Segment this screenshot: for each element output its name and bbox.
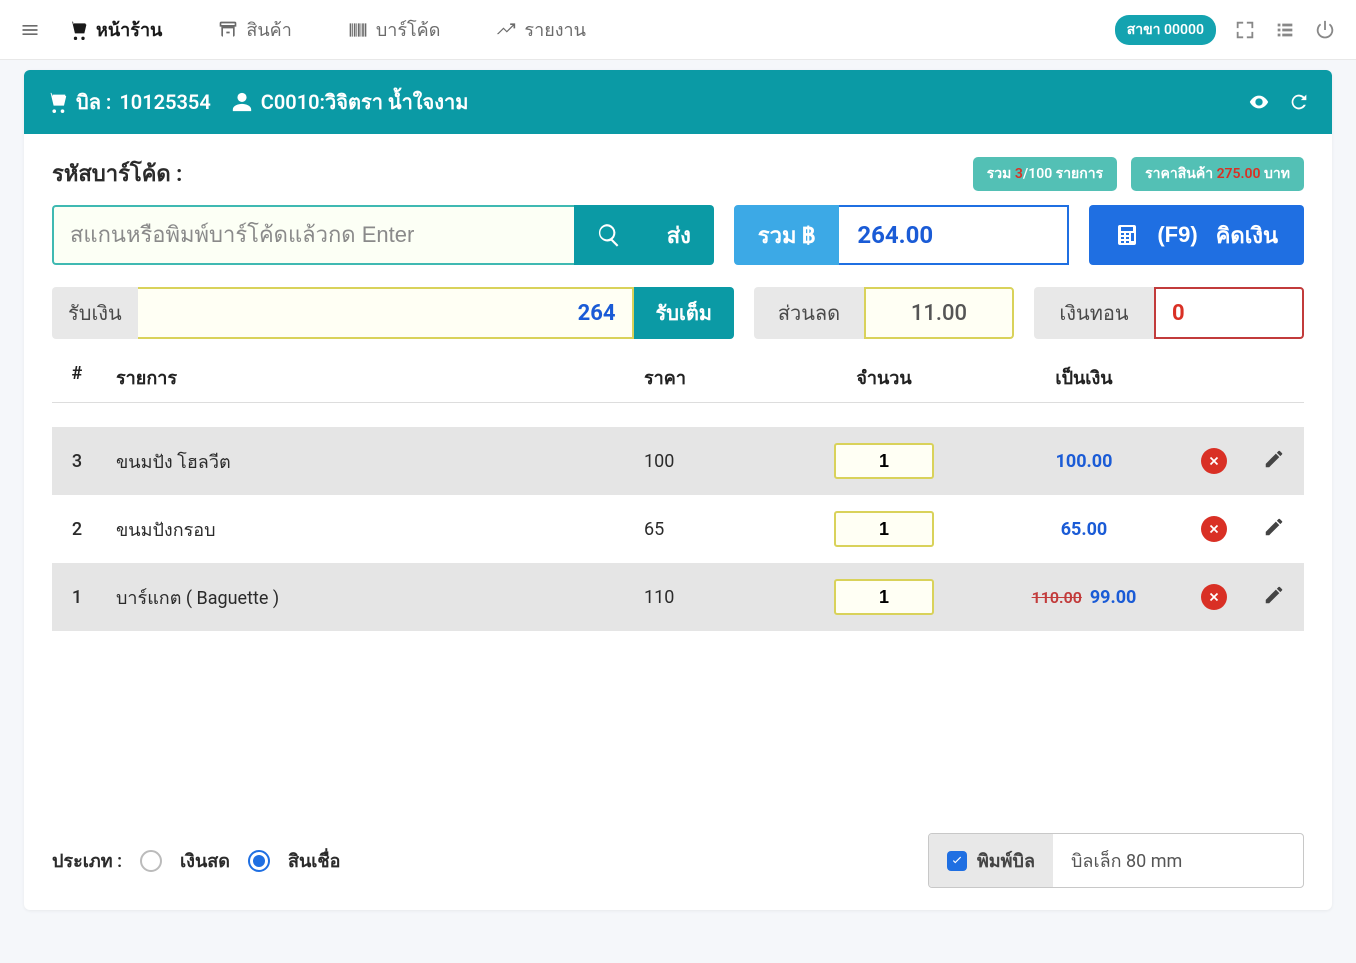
checkout-f9-label: (F9) [1157,222,1197,248]
barcode-label: รหัสบาร์โค้ด : [52,156,182,191]
edit-row-button[interactable] [1244,448,1304,475]
menu-icon[interactable] [20,20,40,40]
nav-icon-1 [218,20,238,40]
nav-item-0[interactable]: หน้าร้าน [68,15,162,44]
items-table: # รายการ ราคา จำนวน เป็นเงิน 3ขนมปัง โฮล… [52,353,1304,797]
eye-icon[interactable] [1248,91,1270,113]
barcode-input[interactable] [52,205,574,265]
option-cash-label: เงินสด [180,846,230,875]
table-row: 1บาร์แกต ( Baguette )110 110.0099.00 [52,563,1304,631]
bill-number: 10125354 [119,90,210,114]
nav-label-0: หน้าร้าน [96,15,162,44]
table-row: 3ขนมปัง โฮลวีต100 100.00 [52,427,1304,495]
col-price: ราคา [624,363,784,392]
close-icon [1207,522,1221,536]
receive-full-button[interactable]: รับเต็ม [634,287,734,339]
receive-value[interactable]: 264 [138,287,634,339]
discount-label: ส่วนลด [754,287,864,339]
cart-icon [46,91,68,113]
edit-row-button[interactable] [1244,516,1304,543]
row-amount: 110.0099.00 [984,587,1184,608]
nav-item-1[interactable]: สินค้า [218,15,291,44]
radio-cash[interactable] [140,850,162,872]
discount-value[interactable]: 11.00 [864,287,1014,339]
search-icon [596,222,622,248]
radio-credit[interactable] [248,850,270,872]
col-item: รายการ [102,363,624,392]
total-prefix: รวม ฿ [734,205,840,265]
items-count-badge: รวม 3/100 รายการ [973,157,1117,191]
barcode-search-button[interactable] [574,205,644,265]
col-amount: เป็นเงิน [984,363,1184,392]
row-name: ขนมปัง โฮลวีต [102,447,624,476]
branch-badge[interactable]: สาขา 00000 [1115,15,1216,45]
edit-row-button[interactable] [1244,584,1304,611]
row-price: 110 [624,587,784,608]
pencil-icon [1263,448,1285,470]
table-row: 2ขนมปังกรอบ65 65.00 [52,495,1304,563]
nav-item-2[interactable]: บาร์โค้ด [348,15,441,44]
print-size-select[interactable]: บิลเล็ก 80 mm [1053,834,1303,887]
power-icon[interactable] [1314,19,1336,41]
calculator-icon [1115,223,1139,247]
refresh-icon[interactable] [1288,91,1310,113]
delete-row-button[interactable] [1184,516,1244,542]
checkout-button[interactable]: (F9) คิดเงิน [1089,205,1304,265]
row-num: 3 [52,451,102,472]
nav-item-3[interactable]: รายงาน [496,15,586,44]
check-icon [950,854,964,868]
original-price: 110.00 [1032,588,1082,607]
nav-icon-0 [68,20,88,40]
qty-input[interactable] [834,443,934,479]
row-price: 100 [624,451,784,472]
nav-icon-3 [496,20,516,40]
checkout-label: คิดเงิน [1216,218,1278,253]
col-num: # [52,363,102,392]
delete-row-button[interactable] [1184,584,1244,610]
bill-prefix: บิล : [76,86,111,118]
change-label: เงินทอน [1034,287,1154,339]
top-navbar: หน้าร้าน สินค้า บาร์โค้ด รายงาน สาขา 00000 [0,0,1356,60]
receive-label: รับเงิน [52,287,138,339]
price-badge: ราคาสินค้า 275.00 บาท [1131,157,1304,191]
nav-label-1: สินค้า [246,15,291,44]
close-icon [1207,454,1221,468]
panel-header: บิล : 10125354 C0010:วิจิตรา น้ำใจงาม [24,70,1332,134]
nav-label-2: บาร์โค้ด [376,15,441,44]
row-amount: 100.00 [984,451,1184,472]
print-checkbox[interactable] [947,851,967,871]
change-value: 0 [1154,287,1304,339]
user-icon [231,91,253,113]
customer-name: C0010:วิจิตรา น้ำใจงาม [261,86,469,118]
total-value: 264.00 [839,205,1069,265]
list-icon[interactable] [1274,19,1296,41]
col-qty: จำนวน [784,363,984,392]
barcode-send-button[interactable]: ส่ง [644,205,714,265]
option-credit-label: สินเชื่อ [288,846,340,875]
pencil-icon [1263,516,1285,538]
panel-footer: ประเภท : เงินสด สินเชื่อ พิมพ์บิล บิลเล็… [24,815,1332,910]
pencil-icon [1263,584,1285,606]
qty-input[interactable] [834,579,934,615]
nav-icon-2 [348,20,368,40]
fullscreen-icon[interactable] [1234,19,1256,41]
row-name: บาร์แกต ( Baguette ) [102,583,624,612]
nav-label-3: รายงาน [524,15,586,44]
row-price: 65 [624,519,784,540]
row-num: 2 [52,519,102,540]
row-amount: 65.00 [984,519,1184,540]
pos-panel: บิล : 10125354 C0010:วิจิตรา น้ำใจงาม รห… [24,70,1332,910]
row-name: ขนมปังกรอบ [102,515,624,544]
delete-row-button[interactable] [1184,448,1244,474]
print-label: พิมพ์บิล [977,846,1035,875]
close-icon [1207,590,1221,604]
qty-input[interactable] [834,511,934,547]
row-num: 1 [52,587,102,608]
pay-type-label: ประเภท : [52,846,122,875]
